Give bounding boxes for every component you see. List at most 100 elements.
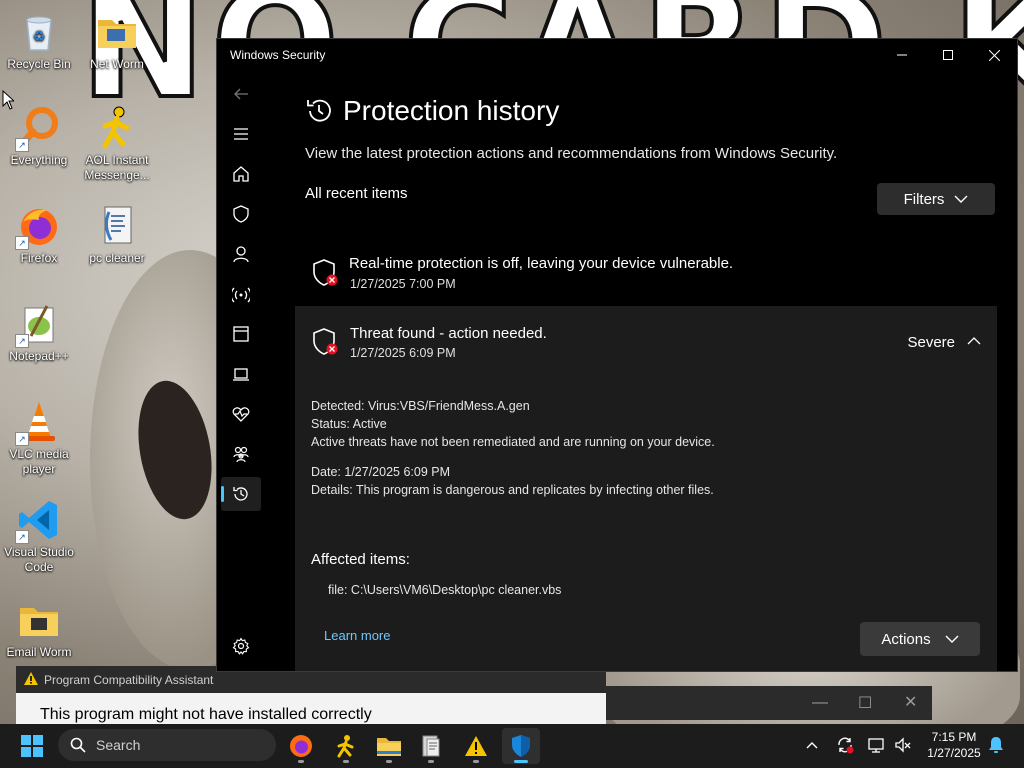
person-icon [233,246,249,263]
affected-file-path: file: C:\Users\VM6\Desktop\pc cleaner.vb… [328,583,562,597]
folder-icon [95,10,139,54]
notification-bell-icon[interactable] [988,736,1004,754]
windows-security-window[interactable]: Windows Security Protection history View… [216,38,1018,672]
history-item[interactable]: Real-time protection is off, leaving you… [295,243,997,305]
shield-icon [512,735,530,757]
shield-icon [233,205,249,223]
mouse-cursor-icon [2,90,14,110]
shortcut-arrow-icon: ↗ [15,432,29,446]
taskbar-warning-app[interactable] [457,728,495,764]
back-button[interactable] [221,77,261,111]
nav-device-security[interactable] [221,357,261,391]
navigation-rail [217,71,265,671]
family-icon [233,446,249,463]
aim-running-man-icon [95,106,139,150]
taskbar-firefox[interactable] [282,728,320,764]
nav-family-options[interactable] [221,437,261,471]
desktop-icon-net-worm[interactable]: Net Worm [78,10,156,72]
desktop-icon-everything[interactable]: ↗ Everything [0,106,78,168]
hamburger-icon [234,128,248,140]
shield-warning-icon [313,259,338,286]
windows-logo-icon [21,735,43,757]
close-button[interactable] [971,39,1017,71]
page-subtitle: View the latest protection actions and r… [305,145,838,162]
vlc-cone-icon: ↗ [15,400,61,446]
severity-label: Severe [907,334,955,351]
chevron-up-icon[interactable] [967,334,981,348]
nav-app-browser-control[interactable] [221,317,261,351]
nav-protection-history[interactable] [221,477,261,511]
status-row: Status: Active [311,417,387,431]
aim-running-man-icon [337,735,354,758]
shortcut-arrow-icon: ↗ [15,530,29,544]
wifi-antenna-icon [232,287,250,303]
home-icon [233,166,249,182]
taskbar-aim[interactable] [327,728,365,764]
clock-date: 1/27/2025 [927,746,981,760]
affected-items-heading: Affected items: [311,551,410,568]
search-icon [70,737,86,753]
folder-icon [17,598,61,642]
start-button[interactable] [13,728,51,764]
maximize-button[interactable] [925,39,971,71]
actions-label: Actions [881,630,931,648]
taskbar-search[interactable]: Search [58,729,276,761]
maximize-icon [943,50,953,60]
firefox-icon: ↗ [15,204,61,250]
menu-button[interactable] [221,117,261,151]
desktop-icon-firefox[interactable]: ↗ Firefox [0,204,78,266]
minimize-button[interactable] [879,39,925,71]
desktop-icon-pc-cleaner[interactable]: pc cleaner [78,204,156,266]
compatibility-assistant-dialog[interactable]: Program Compatibility Assistant This pro… [16,666,606,726]
volume-muted-icon[interactable] [894,736,912,754]
chevron-down-icon [954,195,968,203]
sync-alert-icon[interactable] [836,736,854,754]
close-icon [988,49,1000,61]
filters-button[interactable]: Filters [877,183,995,215]
desktop-icon-notepadpp[interactable]: ↗ Notepad++ [0,302,78,364]
taskbar: Search 7:15 PM 1/27/2025 [0,724,1024,768]
nav-device-performance[interactable] [221,397,261,431]
window-title: Windows Security [230,48,326,62]
close-icon[interactable]: ✕ [904,692,917,712]
nav-settings[interactable] [221,629,261,663]
maximize-icon[interactable]: ☐ [858,693,872,713]
learn-more-link[interactable]: Learn more [324,628,390,643]
background-window-titlebar[interactable]: — ☐ ✕ [606,686,932,720]
taskbar-file-explorer[interactable] [370,728,408,764]
desktop-icon-recycle-bin[interactable]: ♻ Recycle Bin [0,10,78,72]
warning-icon [24,671,38,688]
desktop-icon-vlc[interactable]: ↗ VLC media player [0,400,78,477]
taskbar-windows-security[interactable] [502,728,540,764]
minimize-icon[interactable]: — [812,694,828,712]
actions-button[interactable]: Actions [860,622,980,656]
window-titlebar[interactable]: Windows Security [217,39,1017,71]
desktop-icon-aol-instant-messenger[interactable]: AOL Instant Messenge... [78,106,156,183]
nav-home[interactable] [221,157,261,191]
nav-account-protection[interactable] [221,237,261,271]
minimize-icon [897,54,907,56]
history-item-expanded[interactable]: Threat found - action needed. 1/27/2025 … [295,306,997,671]
section-label: All recent items [305,185,408,202]
history-icon [307,99,331,122]
taskbar-script-app[interactable] [412,728,450,764]
taskbar-clock[interactable]: 7:15 PM 1/27/2025 [922,729,986,761]
item-title: Real-time protection is off, leaving you… [349,255,734,272]
chevron-up-icon[interactable] [806,741,818,749]
detected-row: Detected: Virus:VBS/FriendMess.A.gen [311,399,530,413]
filters-label: Filters [903,190,945,208]
script-icon [422,735,440,757]
network-monitor-icon[interactable] [868,736,886,754]
date-row: Date: 1/27/2025 6:09 PM [311,465,451,479]
item-date: 1/27/2025 6:09 PM [350,346,456,360]
shortcut-arrow-icon: ↗ [15,334,29,348]
desktop-icon-vscode[interactable]: ↗ Visual Studio Code [0,498,78,575]
everything-search-icon: ↗ [15,106,61,152]
desktop-icon-email-worm[interactable]: Email Worm [0,598,78,660]
page-title: Protection history [343,95,560,126]
nav-virus-protection[interactable] [221,197,261,231]
clock-time: 7:15 PM [931,730,977,744]
chevron-down-icon [945,635,959,643]
warning-icon [465,736,487,756]
nav-firewall-network[interactable] [221,277,261,311]
